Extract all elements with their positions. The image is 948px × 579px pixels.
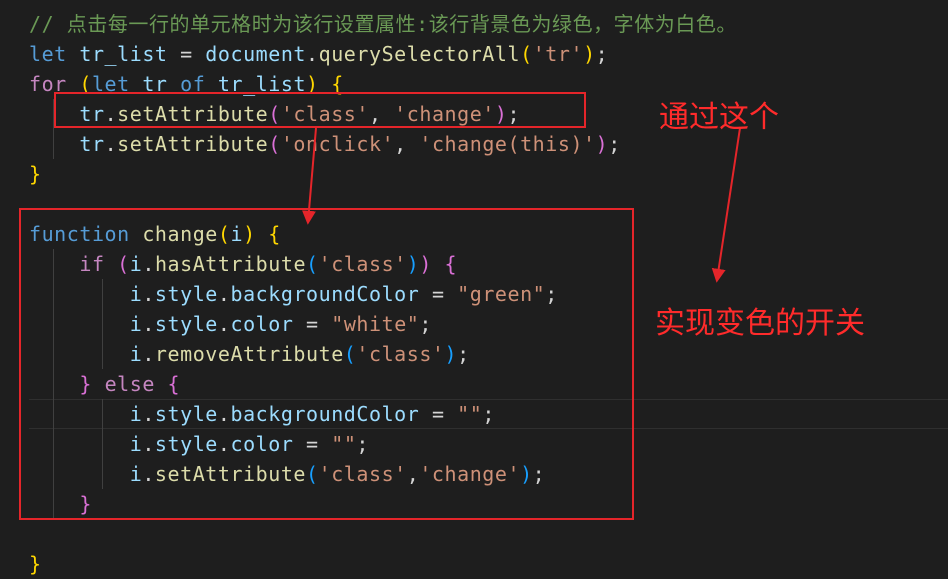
arrow-to-switch-label bbox=[711, 127, 741, 283]
code-token: } bbox=[29, 552, 42, 576]
code-token: // 点击每一行的单元格时为该行设置属性:该行背景色为绿色，字体为白色。 bbox=[29, 12, 737, 36]
highlight-box-set-attribute bbox=[54, 92, 586, 128]
code-token: . bbox=[104, 132, 118, 156]
annotation-color-switch: 实现变色的开关 bbox=[655, 306, 865, 341]
code-token: ) bbox=[583, 42, 596, 66]
code-line: // 点击每一行的单元格时为该行设置属性:该行背景色为绿色，字体为白色。 bbox=[29, 9, 737, 39]
code-token: ) bbox=[595, 132, 609, 156]
code-token: ( bbox=[268, 132, 281, 156]
code-token: , bbox=[394, 132, 420, 156]
code-token: ; bbox=[595, 42, 609, 66]
code-token: let bbox=[29, 42, 67, 66]
code-editor[interactable]: // 点击每一行的单元格时为该行设置属性:该行背景色为绿色，字体为白色。 let … bbox=[0, 0, 948, 576]
annotation-through-this: 通过这个 bbox=[659, 100, 779, 135]
code-token: = bbox=[167, 42, 206, 66]
code-token: ; bbox=[608, 132, 621, 156]
code-token: 'change(this)' bbox=[419, 132, 596, 156]
code-token: . bbox=[306, 42, 319, 66]
code-token: ( bbox=[520, 42, 533, 66]
code-token: querySelectorAll bbox=[318, 42, 521, 66]
code-token: setAttribute bbox=[117, 132, 269, 156]
highlight-box-change-function bbox=[19, 208, 634, 520]
code-token: tr bbox=[79, 132, 105, 156]
code-token: 'tr' bbox=[532, 42, 584, 66]
code-token: document bbox=[205, 42, 307, 66]
code-token: tr_list bbox=[79, 42, 168, 66]
code-line: } bbox=[29, 159, 42, 189]
code-token: } bbox=[29, 162, 42, 186]
code-line: tr.setAttribute('onclick', 'change(this)… bbox=[29, 129, 621, 159]
code-line: let tr_list = document.querySelectorAll(… bbox=[29, 39, 608, 69]
code-line: } bbox=[29, 549, 42, 579]
code-token: 'onclick' bbox=[280, 132, 395, 156]
